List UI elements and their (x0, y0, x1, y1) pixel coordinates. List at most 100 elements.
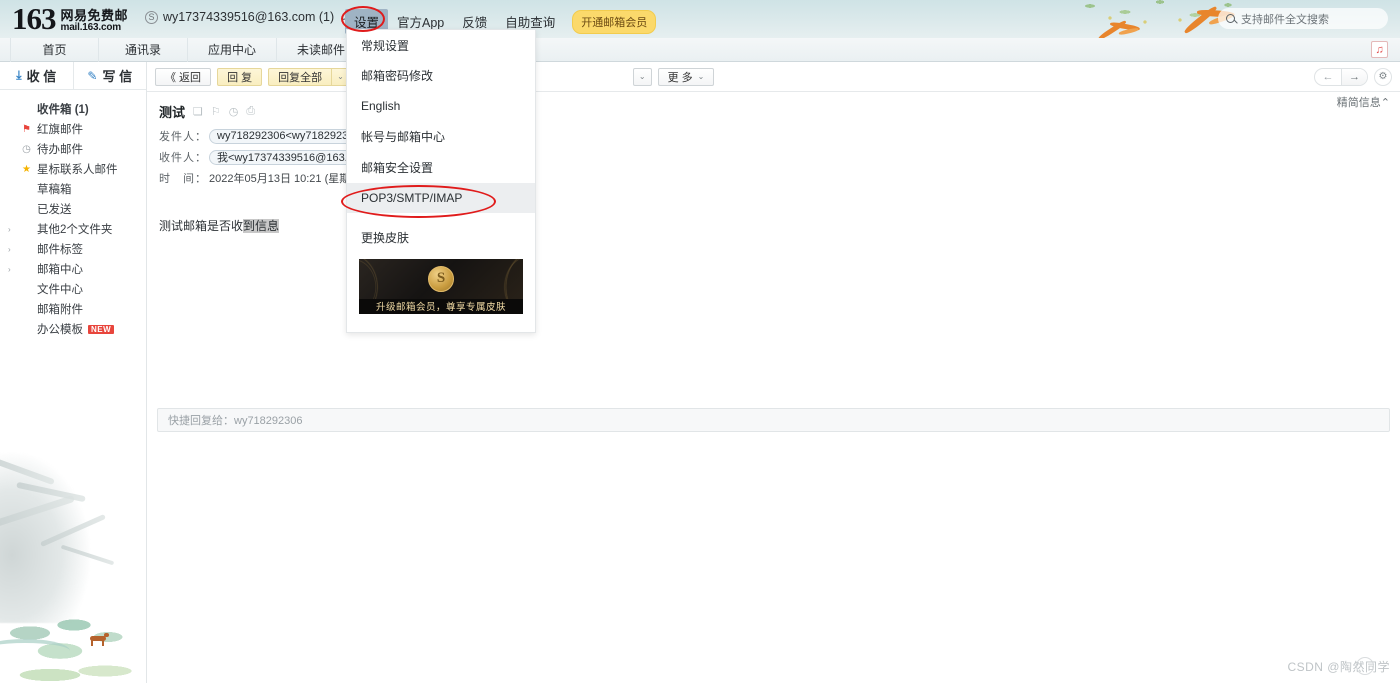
star-icon: ★ (22, 163, 31, 175)
chevron-down-icon: ⌄ (697, 72, 705, 81)
bookmark-icon[interactable]: ❏ (193, 105, 203, 118)
sidebar-item-filecenter[interactable]: 文件中心 (0, 279, 146, 299)
sidebar: ⤓ 收 信 ✎ 写 信 收件箱 (1) ⚑ 红旗邮件 ◷ 待办邮件 ★ 星标联系… (0, 62, 147, 683)
print-icon[interactable]: ⎙ (246, 105, 255, 118)
reply-button[interactable]: 回 复 (217, 67, 263, 86)
mail-header: 精简信息⌃ 测试 ❏ ⚐ ◷ ⎙ 发件人： wy718292306<wy7182… (147, 92, 1400, 195)
mail-nav-group: ← → (1314, 67, 1368, 86)
main-panel: 《 返回 回 复 回复全部 ⌄ 转 发 ⌄ 更 多 ⌄ ← → ⚙ 精简信息⌃ (147, 62, 1400, 683)
arrow-left-icon[interactable]: ← (1315, 69, 1341, 85)
sidebar-item-label: 草稿箱 (37, 184, 72, 196)
sidebar-item-otherfolders[interactable]: › 其他2个文件夹 (0, 219, 146, 239)
sidebar-item-office-template[interactable]: 办公模板 NEW (0, 319, 146, 339)
quick-reply-input[interactable]: 快捷回复给：wy718292306 (157, 408, 1390, 432)
chevron-down-icon: ⌄ (337, 72, 344, 81)
gear-icon[interactable]: ⚙ (1374, 67, 1392, 86)
menu-item-change-password[interactable]: 邮箱密码修改 (347, 61, 535, 92)
vip-promo-banner[interactable]: S 升级邮箱会员，尊享专属皮肤 (359, 258, 523, 314)
sidebar-item-attachments[interactable]: 邮箱附件 (0, 299, 146, 319)
from-label: 发件人： (159, 131, 207, 143)
vip-upgrade-button[interactable]: 开通邮箱会员 (572, 9, 657, 34)
mail-body: 测试邮箱是否收到信息 (147, 195, 1400, 256)
sidebar-item-label: 办公模板 (37, 324, 83, 336)
compose-mail-button[interactable]: ✎ 写 信 (74, 62, 147, 89)
sidebar-item-label: 已发送 (37, 204, 72, 216)
concise-info-label: 精简信息 (1336, 97, 1381, 109)
search-icon (1226, 14, 1235, 23)
back-button[interactable]: 《 返回 (155, 67, 212, 86)
mail-body-selected-text: 到信息 (243, 219, 280, 233)
menu-item-security-settings[interactable]: 邮箱安全设置 (347, 152, 535, 183)
menu-item-general-settings[interactable]: 常规设置 (347, 30, 535, 61)
search-input[interactable]: 支持邮件全文搜索 (1218, 8, 1388, 29)
quick-reply-placeholder: 快捷回复给：wy718292306 (168, 415, 303, 427)
arrow-right-icon[interactable]: → (1341, 68, 1367, 85)
sidebar-item-starred[interactable]: ★ 星标联系人邮件 (0, 159, 146, 179)
sidebar-item-labels[interactable]: › 邮件标签 (0, 239, 146, 259)
chevron-right-icon[interactable]: › (8, 245, 11, 254)
sidebar-item-label: 红旗邮件 (37, 124, 83, 136)
more-button[interactable]: 更 多 ⌄ (657, 67, 715, 86)
mail-time-value: 2022年05月13日 10:21 (星期五) (209, 173, 365, 185)
chevron-right-icon[interactable]: › (8, 225, 11, 234)
sidebar-item-redflag[interactable]: ⚑ 红旗邮件 (0, 119, 146, 139)
sidebar-folder-list: 收件箱 (1) ⚑ 红旗邮件 ◷ 待办邮件 ★ 星标联系人邮件 草稿箱 已发送 … (0, 90, 146, 339)
flag-icon[interactable]: ⚐ (211, 105, 221, 118)
account-selector[interactable]: S wy17374339516@163.com (1) ⌄ (145, 10, 348, 24)
sidebar-item-label: 待办邮件 (37, 144, 83, 156)
search-placeholder: 支持邮件全文搜索 (1241, 13, 1329, 26)
tab-appcenter[interactable]: 应用中心 (188, 38, 277, 62)
account-email: wy17374339516@163.com (1) (163, 10, 335, 24)
receive-mail-label: 收 信 (26, 69, 57, 84)
tab-contacts[interactable]: 通讯录 (99, 38, 188, 62)
watermark-logo-icon (1355, 657, 1374, 675)
reply-all-button[interactable]: 回复全部 (268, 67, 332, 86)
menu-item-account-center[interactable]: 帐号与邮箱中心 (347, 122, 535, 153)
secondary-nav: 首页 通讯录 应用中心 未读邮件 ♫ (0, 38, 1400, 62)
sidebar-item-label: 邮箱中心 (37, 264, 83, 276)
sidebar-item-label: 邮箱附件 (37, 304, 83, 316)
pencil-icon: ✎ (87, 68, 98, 83)
mail-subject: 测试 (159, 105, 186, 120)
toolbar-overflow-dropdown[interactable]: ⌄ (632, 67, 652, 86)
sidebar-item-sent[interactable]: 已发送 (0, 199, 146, 219)
sidebar-item-label: 收件箱 (1) (37, 104, 89, 116)
page-root: 163 网易免费邮 mail.163.com S wy17374339516@1… (0, 0, 1400, 683)
promo-caption: 升级邮箱会员，尊享专属皮肤 (359, 298, 523, 314)
coin-icon: S (428, 265, 454, 292)
toolbar-right-group: ← → ⚙ (1314, 67, 1392, 86)
sidebar-item-label: 文件中心 (37, 284, 83, 296)
logo[interactable]: 163 网易免费邮 mail.163.com (12, 3, 128, 34)
decorative-tree-illustration (0, 408, 147, 683)
more-label: 更 多 (667, 71, 693, 84)
time-label: 时 间： (159, 173, 207, 185)
chevron-down-icon: ⌄ (638, 72, 646, 81)
mail-toolbar: 《 返回 回 复 回复全部 ⌄ 转 发 ⌄ 更 多 ⌄ ← → ⚙ (147, 62, 1400, 92)
sidebar-item-label: 其他2个文件夹 (37, 224, 113, 236)
music-note-icon[interactable]: ♫ (1371, 41, 1388, 58)
sidebar-item-todo[interactable]: ◷ 待办邮件 (0, 139, 146, 159)
sidebar-item-inbox[interactable]: 收件箱 (1) (0, 99, 146, 119)
receive-mail-button[interactable]: ⤓ 收 信 (0, 62, 74, 89)
sidebar-item-drafts[interactable]: 草稿箱 (0, 179, 146, 199)
tab-home[interactable]: 首页 (10, 38, 99, 62)
chevron-right-icon[interactable]: › (8, 265, 11, 274)
deer-icon (88, 633, 112, 646)
menu-item-change-skin[interactable]: 更换皮肤 (347, 222, 535, 253)
logo-domain: mail.163.com (60, 21, 122, 33)
new-badge: NEW (88, 324, 115, 334)
settings-dropdown-menu: 常规设置 邮箱密码修改 English 帐号与邮箱中心 邮箱安全设置 POP3/… (346, 29, 536, 333)
menu-item-english[interactable]: English (347, 91, 535, 122)
menu-item-pop3-smtp-imap[interactable]: POP3/SMTP/IMAP (347, 182, 535, 213)
concise-info-toggle[interactable]: 精简信息⌃ (1337, 94, 1390, 110)
sidebar-item-mailcenter[interactable]: › 邮箱中心 (0, 259, 146, 279)
logo-number: 163 (12, 1, 56, 36)
mail-time-row: 时 间： 2022年05月13日 10:21 (星期五) (159, 170, 1388, 186)
sidebar-item-label: 邮件标签 (37, 244, 83, 256)
chevron-up-icon: ⌃ (1380, 97, 1390, 109)
clock-icon[interactable]: ◷ (229, 105, 239, 118)
flag-icon: ⚑ (22, 123, 31, 135)
compose-mail-label: 写 信 (102, 69, 133, 84)
mail-body-text: 测试邮箱是否收 (159, 219, 244, 233)
sidebar-item-label: 星标联系人邮件 (37, 164, 118, 176)
